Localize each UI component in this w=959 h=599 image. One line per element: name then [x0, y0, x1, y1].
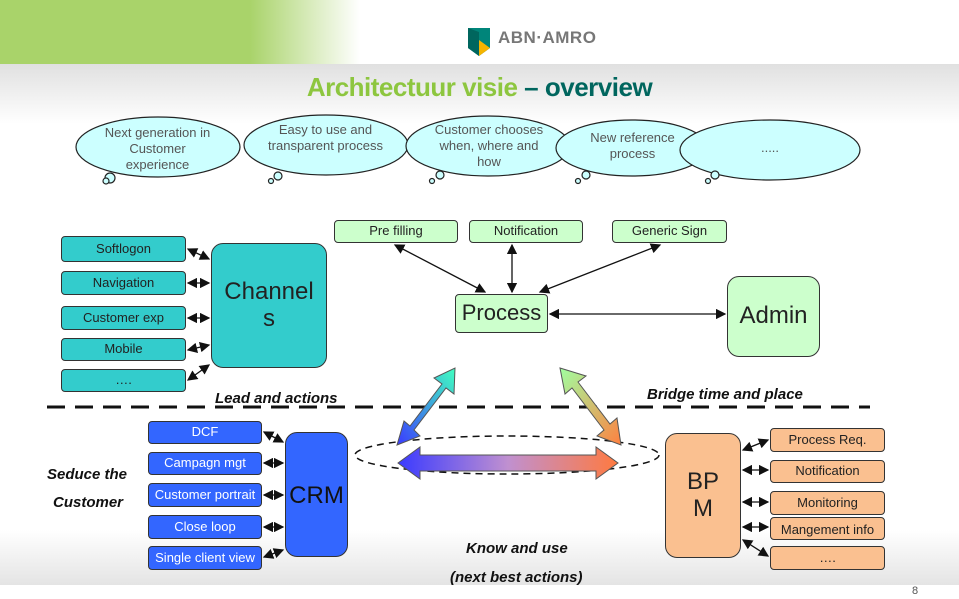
navigation-box: Navigation — [61, 271, 186, 295]
dcf-box: DCF — [148, 421, 262, 444]
customer-portrait-box: Customer portrait — [148, 483, 262, 507]
campaign-mgt-box: Campagn mgt — [148, 452, 262, 475]
notification-box: Notification — [469, 220, 583, 243]
customer-label: Customer — [53, 494, 124, 511]
more-channels-box: …. — [61, 369, 186, 392]
channels-box: Channel s — [211, 243, 327, 368]
process-box: Process — [455, 294, 548, 333]
double-arrow-horizontal — [397, 446, 619, 480]
admin-box: Admin — [727, 276, 820, 357]
softlogon-box: Softlogon — [61, 236, 186, 262]
next-best-actions-label: (next best actions) — [450, 569, 583, 586]
bridge-label: Bridge time and place — [647, 386, 803, 403]
close-loop-box: Close loop — [148, 515, 262, 539]
page-number: 8 — [912, 585, 919, 597]
crm-box: CRM — [285, 432, 348, 557]
pre-filling-box: Pre filling — [334, 220, 458, 243]
management-info-box: Mangement info — [770, 517, 885, 540]
cloud-text-3: Customer chooses when, where and how — [434, 122, 544, 169]
process-req-box: Process Req. — [770, 428, 885, 452]
customer-exp-box: Customer exp — [61, 306, 186, 330]
lead-and-actions-label: Lead and actions — [215, 390, 338, 407]
bpm-notification-box: Notification — [770, 460, 885, 483]
seduce-label: Seduce the — [47, 466, 128, 483]
generic-sign-box: Generic Sign — [612, 220, 727, 243]
cloud-text-1: Next generation in Customer experience — [104, 125, 211, 172]
cloud-text-4: New reference process — [590, 130, 675, 161]
monitoring-box: Monitoring — [770, 491, 885, 515]
know-and-use-label: Know and use — [466, 540, 568, 557]
more-bpm-box: …. — [770, 546, 885, 570]
single-client-view-box: Single client view — [148, 546, 262, 570]
mobile-box: Mobile — [61, 338, 186, 361]
cloud-text-5: ..... — [760, 140, 780, 155]
bpm-box: BP M — [665, 433, 741, 558]
cloud-text-2: Easy to use and transparent process — [268, 122, 383, 153]
